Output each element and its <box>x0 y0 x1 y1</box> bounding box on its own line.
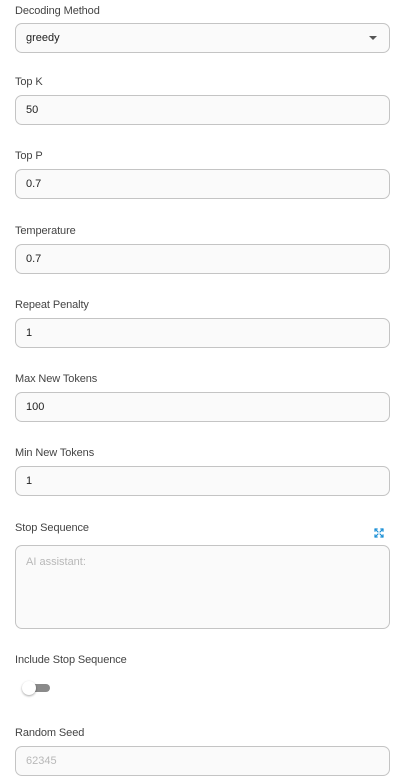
top-k-input[interactable]: 50 <box>15 95 390 125</box>
max-new-tokens-label: Max New Tokens <box>15 373 98 385</box>
top-p-value: 0.7 <box>26 178 42 190</box>
min-new-tokens-value: 1 <box>26 475 33 487</box>
chevron-down-icon <box>369 36 377 40</box>
repeat-penalty-value: 1 <box>26 327 33 339</box>
decoding-method-value: greedy <box>26 32 60 44</box>
random-seed-placeholder: 62345 <box>26 755 57 767</box>
random-seed-label: Random Seed <box>15 727 85 739</box>
stop-sequence-placeholder: AI assistant: <box>26 556 86 568</box>
temperature-value: 0.7 <box>26 253 42 265</box>
top-p-input[interactable]: 0.7 <box>15 169 390 199</box>
min-new-tokens-label: Min New Tokens <box>15 447 95 459</box>
max-new-tokens-input[interactable]: 100 <box>15 392 390 422</box>
stop-sequence-field: Stop Sequence AI assistant: <box>15 521 390 629</box>
max-new-tokens-value: 100 <box>26 401 45 413</box>
repeat-penalty-field: Repeat Penalty 1 <box>15 298 390 348</box>
top-k-value: 50 <box>26 104 39 116</box>
stop-sequence-textarea[interactable]: AI assistant: <box>15 545 390 629</box>
top-p-field: Top P 0.7 <box>15 149 390 199</box>
include-stop-sequence-toggle[interactable] <box>22 681 50 695</box>
toggle-knob <box>22 681 36 695</box>
repeat-penalty-label: Repeat Penalty <box>15 299 89 311</box>
stop-sequence-label: Stop Sequence <box>15 522 89 534</box>
repeat-penalty-input[interactable]: 1 <box>15 318 390 348</box>
top-p-label: Top P <box>15 150 43 162</box>
random-seed-field: Random Seed 62345 <box>15 726 390 776</box>
decoding-method-select[interactable]: greedy <box>15 23 390 53</box>
min-new-tokens-input[interactable]: 1 <box>15 466 390 496</box>
expand-arrows-icon[interactable] <box>374 525 384 538</box>
top-k-field: Top K 50 <box>15 75 390 125</box>
temperature-field: Temperature 0.7 <box>15 224 390 274</box>
max-new-tokens-field: Max New Tokens 100 <box>15 372 390 422</box>
include-stop-sequence-field: Include Stop Sequence <box>15 653 390 695</box>
top-k-label: Top K <box>15 76 43 88</box>
decoding-method-label: Decoding Method <box>15 5 100 17</box>
temperature-input[interactable]: 0.7 <box>15 244 390 274</box>
decoding-method-field: Decoding Method greedy <box>15 4 390 53</box>
random-seed-input[interactable]: 62345 <box>15 746 390 776</box>
min-new-tokens-field: Min New Tokens 1 <box>15 446 390 496</box>
temperature-label: Temperature <box>15 225 76 237</box>
include-stop-sequence-label: Include Stop Sequence <box>15 654 127 666</box>
